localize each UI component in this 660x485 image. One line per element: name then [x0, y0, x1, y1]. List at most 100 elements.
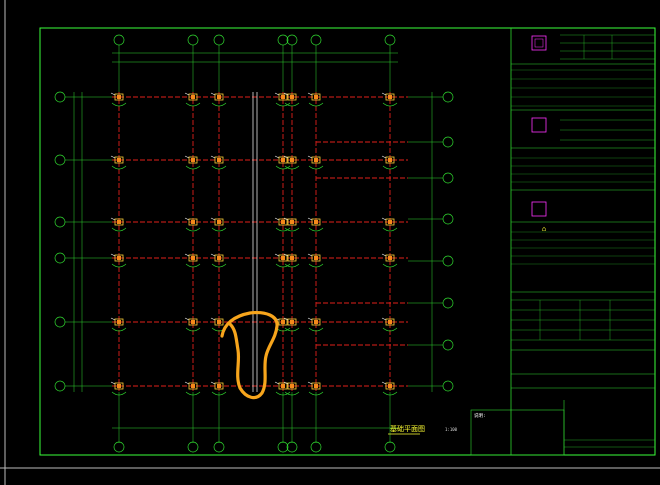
- leader-line: [110, 92, 116, 96]
- grid-bubble-right: [442, 380, 454, 392]
- column-mark: [217, 256, 221, 260]
- leader-line: [381, 92, 387, 96]
- column-mark: [290, 384, 294, 388]
- column-mark: [388, 320, 392, 324]
- grid-bubble-bottom: [286, 441, 298, 453]
- leader-line: [307, 253, 313, 257]
- leader-line: [210, 217, 216, 221]
- column-mark: [191, 320, 195, 324]
- leader-line: [110, 381, 116, 385]
- column-mark: [217, 384, 221, 388]
- leader-line: [210, 253, 216, 257]
- column-mark: [388, 384, 392, 388]
- drawing-border: [39, 27, 656, 456]
- leader-line: [381, 317, 387, 321]
- leader-line: [110, 253, 116, 257]
- grid-bubble-right: [442, 172, 454, 184]
- grid-bubble-top: [113, 34, 125, 46]
- leader-line: [210, 381, 216, 385]
- column-mark: [117, 320, 121, 324]
- column-mark: [217, 158, 221, 162]
- column-mark: [281, 158, 285, 162]
- leader-line: [210, 92, 216, 96]
- grid-bubble-left: [54, 316, 66, 328]
- annotation-freehand-stroke[interactable]: [220, 310, 279, 400]
- section-detail-box: [531, 35, 547, 51]
- column-mark: [314, 384, 318, 388]
- column-mark: [217, 220, 221, 224]
- leader-line: [210, 317, 216, 321]
- column-mark: [217, 95, 221, 99]
- grid-bubble-right: [442, 91, 454, 103]
- column-mark: [290, 256, 294, 260]
- column-mark: [290, 158, 294, 162]
- grid-bubble-top: [384, 34, 396, 46]
- foundation-plan: [54, 34, 454, 453]
- section-detail-box: [531, 117, 547, 133]
- leader-line: [274, 217, 280, 221]
- grid-bubble-right: [442, 136, 454, 148]
- grid-bubble-left: [54, 252, 66, 264]
- column-mark: [290, 320, 294, 324]
- grid-bubble-top: [286, 34, 298, 46]
- grid-bubble-top: [187, 34, 199, 46]
- column-mark: [388, 220, 392, 224]
- title-block: ⌂: [510, 28, 655, 455]
- section-detail-box: [531, 201, 547, 217]
- grid-bubble-bottom: [113, 441, 125, 453]
- column-mark: [191, 220, 195, 224]
- grid-bubble-bottom: [310, 441, 322, 453]
- column-mark: [388, 158, 392, 162]
- leader-line: [307, 381, 313, 385]
- leader-line: [184, 253, 190, 257]
- column-mark: [117, 256, 121, 260]
- leader-line: [381, 381, 387, 385]
- grid-bubble-right: [442, 339, 454, 351]
- plan-title: 基础平面图: [390, 424, 425, 433]
- column-mark: [290, 220, 294, 224]
- leader-line: [110, 217, 116, 221]
- column-mark: [314, 95, 318, 99]
- grid-bubble-right: [442, 213, 454, 225]
- column-mark: [281, 384, 285, 388]
- column-mark: [281, 220, 285, 224]
- leader-line: [184, 317, 190, 321]
- column-mark: [217, 320, 221, 324]
- grid-bubble-right: [442, 297, 454, 309]
- column-mark: [191, 384, 195, 388]
- grid-bubble-bottom: [187, 441, 199, 453]
- grid-bubble-left: [54, 216, 66, 228]
- grid-bubble-left: [54, 91, 66, 103]
- company-logo-glyph: ⌂: [542, 225, 546, 233]
- grid-bubble-top: [310, 34, 322, 46]
- grid-bubble-top: [213, 34, 225, 46]
- column-mark: [314, 158, 318, 162]
- leader-line: [184, 155, 190, 159]
- grid-bubble-right: [442, 255, 454, 267]
- notes-title: 说明:: [474, 412, 486, 419]
- grid-bubble-top: [277, 34, 289, 46]
- leader-line: [110, 317, 116, 321]
- column-mark: [314, 256, 318, 260]
- leader-line: [210, 155, 216, 159]
- leader-line: [274, 381, 280, 385]
- grid-bubble-bottom: [277, 441, 289, 453]
- leader-line: [110, 155, 116, 159]
- leader-line: [274, 155, 280, 159]
- column-mark: [290, 95, 294, 99]
- column-mark: [117, 384, 121, 388]
- grid-bubble-bottom: [384, 441, 396, 453]
- leader-line: [184, 92, 190, 96]
- leader-line: [184, 381, 190, 385]
- column-mark: [191, 256, 195, 260]
- column-mark: [191, 158, 195, 162]
- cad-drawing-canvas[interactable]: ⌂ 基础平面图 1:100 说明:: [0, 0, 660, 485]
- leader-line: [381, 155, 387, 159]
- column-mark: [281, 320, 285, 324]
- column-mark: [314, 320, 318, 324]
- grid-bubble-bottom: [213, 441, 225, 453]
- leader-line: [381, 217, 387, 221]
- leader-line: [274, 92, 280, 96]
- column-mark: [117, 158, 121, 162]
- leader-line: [381, 253, 387, 257]
